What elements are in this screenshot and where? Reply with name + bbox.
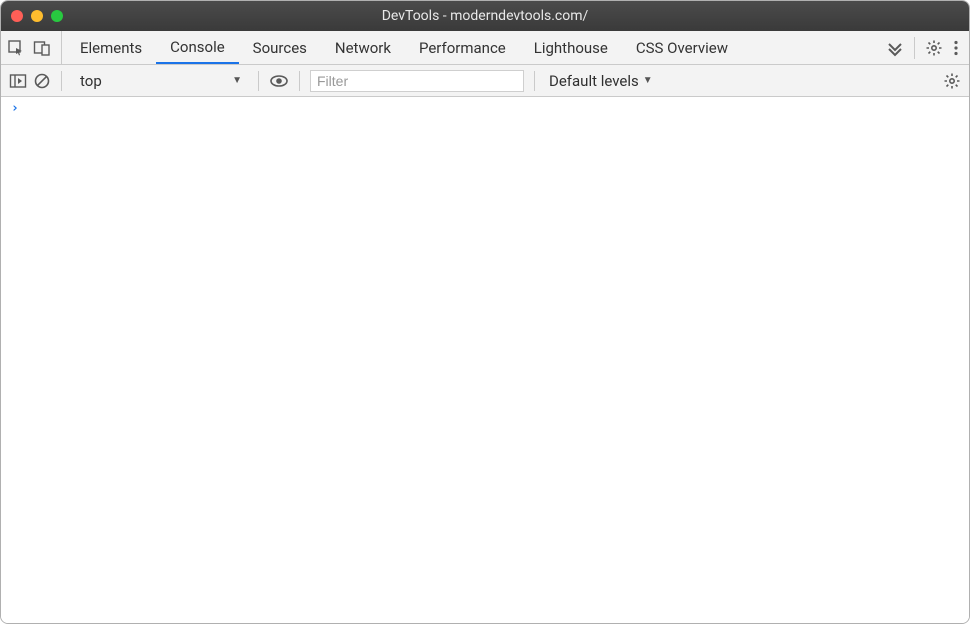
tabbar-right-controls bbox=[880, 31, 963, 64]
toggle-sidebar-icon[interactable] bbox=[9, 73, 27, 89]
console-input[interactable] bbox=[23, 101, 959, 116]
devtools-window: DevTools - moderndevtools.com/ Elements … bbox=[0, 0, 970, 624]
separator bbox=[299, 71, 300, 91]
tab-console[interactable]: Console bbox=[156, 31, 239, 64]
devtools-tabbar: Elements Console Sources Network Perform… bbox=[1, 31, 969, 65]
tab-elements[interactable]: Elements bbox=[66, 31, 156, 64]
prompt-caret-icon: › bbox=[11, 101, 19, 116]
close-window-button[interactable] bbox=[11, 10, 23, 22]
tab-network[interactable]: Network bbox=[321, 31, 405, 64]
tab-label: Lighthouse bbox=[534, 39, 608, 57]
console-toolbar: top ▼ Default levels ▼ bbox=[1, 65, 969, 97]
tab-label: Elements bbox=[80, 39, 142, 57]
settings-icon[interactable] bbox=[925, 39, 943, 57]
titlebar: DevTools - moderndevtools.com/ bbox=[1, 1, 969, 31]
tab-sources[interactable]: Sources bbox=[239, 31, 321, 64]
maximize-window-button[interactable] bbox=[51, 10, 63, 22]
log-levels-selector[interactable]: Default levels ▼ bbox=[545, 72, 657, 90]
tabs-container: Elements Console Sources Network Perform… bbox=[66, 31, 880, 64]
kebab-menu-icon[interactable] bbox=[949, 39, 963, 57]
tab-performance[interactable]: Performance bbox=[405, 31, 520, 64]
execution-context-selector[interactable]: top ▼ bbox=[72, 69, 248, 93]
separator bbox=[534, 71, 535, 91]
chevron-down-icon: ▼ bbox=[643, 75, 653, 86]
separator bbox=[258, 71, 259, 91]
separator bbox=[914, 37, 915, 59]
tab-label: CSS Overview bbox=[636, 39, 728, 57]
more-tabs-icon[interactable] bbox=[886, 39, 904, 57]
clear-console-icon[interactable] bbox=[33, 72, 51, 90]
console-settings-icon[interactable] bbox=[943, 72, 961, 90]
filter-input[interactable] bbox=[310, 70, 524, 92]
chevron-down-icon: ▼ bbox=[232, 75, 242, 86]
tab-lighthouse[interactable]: Lighthouse bbox=[520, 31, 622, 64]
device-toolbar-icon[interactable] bbox=[33, 39, 51, 57]
separator bbox=[61, 71, 62, 91]
tab-label: Network bbox=[335, 39, 391, 57]
tab-label: Sources bbox=[253, 39, 307, 57]
window-title: DevTools - moderndevtools.com/ bbox=[1, 8, 969, 24]
traffic-lights bbox=[11, 10, 63, 22]
inspect-element-icon[interactable] bbox=[7, 39, 25, 57]
console-prompt-row: › bbox=[11, 101, 959, 116]
tab-css-overview[interactable]: CSS Overview bbox=[622, 31, 742, 64]
tab-label: Performance bbox=[419, 39, 506, 57]
minimize-window-button[interactable] bbox=[31, 10, 43, 22]
live-expression-icon[interactable] bbox=[269, 73, 289, 89]
tabbar-left-controls bbox=[7, 31, 62, 64]
levels-label: Default levels bbox=[549, 72, 639, 90]
console-body[interactable]: › bbox=[1, 97, 969, 623]
tab-label: Console bbox=[170, 38, 225, 56]
context-label: top bbox=[80, 72, 102, 90]
